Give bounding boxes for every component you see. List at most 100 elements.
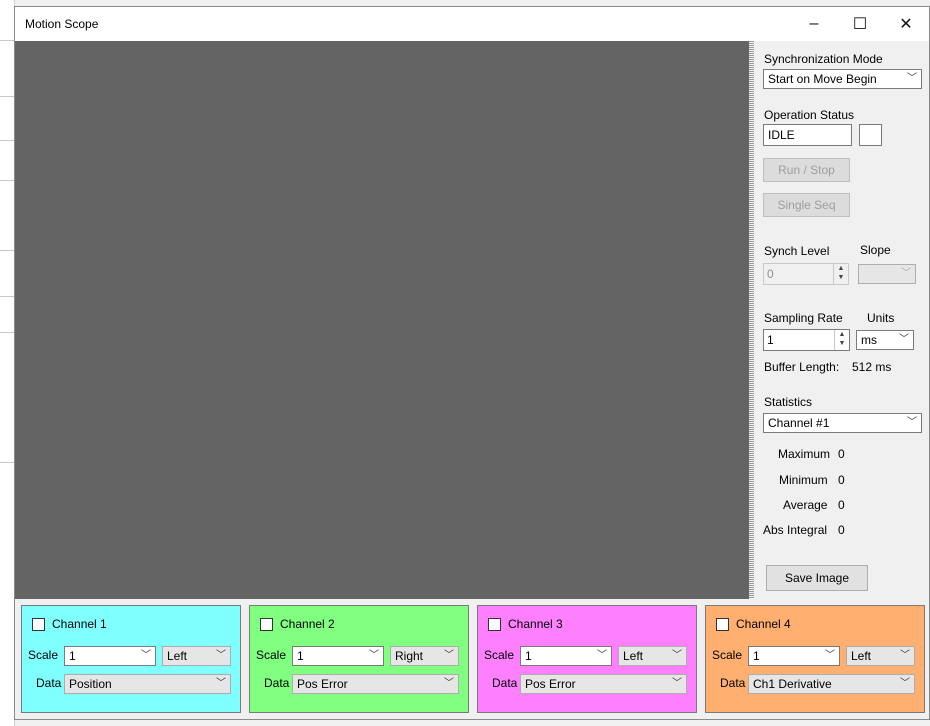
chevron-down-icon: ﹀ <box>141 650 151 661</box>
chevron-down-icon: ﹀ <box>369 650 379 661</box>
channel-2-axis-value: Right <box>395 649 424 663</box>
maximize-button[interactable]: ☐ <box>837 7 883 41</box>
chevron-down-icon: ﹀ <box>597 650 607 661</box>
channel-4-panel: Channel 4 Scale 1 ﹀ Left ﹀ Data Ch1 Deri… <box>705 605 925 713</box>
channel-3-panel: Channel 3 Scale 1 ﹀ Left ﹀ Data Pos Erro… <box>477 605 697 713</box>
channel-4-axis-value: Left <box>851 649 872 663</box>
channel-3-data-value: Pos Error <box>525 677 576 691</box>
chevron-down-icon: ﹀ <box>444 650 454 661</box>
statistics-channel-select[interactable]: Channel #1 ﹀ <box>763 413 922 433</box>
channel-4-axis-select[interactable]: Left ﹀ <box>846 646 915 666</box>
channel-2-data-select[interactable]: Pos Error ﹀ <box>292 674 459 694</box>
minimum-label: Minimum <box>779 473 828 487</box>
status-indicator <box>859 124 882 146</box>
channel-3-data-select[interactable]: Pos Error ﹀ <box>520 674 687 694</box>
abs-integral-value: 0 <box>838 523 845 537</box>
chevron-down-icon: ﹀ <box>907 417 917 428</box>
average-label: Average <box>783 498 828 512</box>
control-sidebar: Synchronization Mode Start on Move Begin… <box>754 41 929 599</box>
background-window <box>0 0 15 726</box>
units-label: Units <box>867 311 895 325</box>
spin-arrows-icon[interactable]: ▲ ▼ <box>834 330 849 350</box>
sync-mode-select[interactable]: Start on Move Begin ﹀ <box>763 69 922 89</box>
synch-level-spinner[interactable]: 0 ▲ ▼ <box>763 263 849 285</box>
sync-mode-label: Synchronization Mode <box>764 52 883 66</box>
data-label: Data <box>36 676 62 690</box>
channel-3-scale-select[interactable]: 1 ﹀ <box>520 646 612 666</box>
chevron-down-icon: ﹀ <box>672 650 682 661</box>
channel-3-axis-value: Left <box>623 649 644 663</box>
maximum-label: Maximum <box>778 447 831 461</box>
channel-3-scale-value: 1 <box>525 649 532 663</box>
synch-level-label: Synch Level <box>764 244 830 258</box>
chevron-down-icon: ﹀ <box>444 678 454 689</box>
maximum-value: 0 <box>838 447 845 461</box>
channel-3-axis-select[interactable]: Left ﹀ <box>618 646 687 666</box>
run-stop-button[interactable]: Run / Stop <box>763 158 850 182</box>
channel-3-checkbox[interactable] <box>488 618 501 631</box>
channel-4-scale-value: 1 <box>753 649 760 663</box>
scale-label: Scale <box>712 648 743 662</box>
statistics-channel-value: Channel #1 <box>768 416 830 430</box>
save-image-button[interactable]: Save Image <box>766 565 868 591</box>
spin-arrows-icon[interactable]: ▲ ▼ <box>833 264 848 284</box>
channel-2-label: Channel 2 <box>280 617 335 631</box>
channel-2-panel: Channel 2 Scale 1 ﹀ Right ﹀ Data Pos Err… <box>249 605 469 713</box>
channel-3-label: Channel 3 <box>508 617 563 631</box>
sampling-rate-value: 1 <box>767 333 774 347</box>
slope-select[interactable]: ﹀ <box>858 264 916 284</box>
channel-1-checkbox[interactable] <box>32 618 45 631</box>
scale-label: Scale <box>484 648 515 662</box>
channel-4-checkbox[interactable] <box>716 618 729 631</box>
title-bar: Motion Scope – ☐ ✕ <box>15 7 929 41</box>
scope-plot-area[interactable] <box>15 41 749 599</box>
chevron-down-icon: ﹀ <box>900 678 910 689</box>
close-button[interactable]: ✕ <box>883 7 929 41</box>
channel-1-scale-value: 1 <box>69 649 76 663</box>
sampling-rate-spinner[interactable]: 1 ▲ ▼ <box>763 329 850 351</box>
operation-status-field: IDLE <box>763 124 852 146</box>
chevron-down-icon: ﹀ <box>825 650 835 661</box>
channel-2-data-value: Pos Error <box>297 677 348 691</box>
synch-level-value: 0 <box>767 267 774 281</box>
data-label: Data <box>264 676 290 690</box>
motion-scope-window: Motion Scope – ☐ ✕ Synchronization Mode … <box>14 6 930 720</box>
channel-4-data-select[interactable]: Ch1 Derivative ﹀ <box>748 674 915 694</box>
channel-2-scale-select[interactable]: 1 ﹀ <box>292 646 384 666</box>
window-title: Motion Scope <box>25 17 99 31</box>
chevron-down-icon: ﹀ <box>672 678 682 689</box>
data-label: Data <box>492 676 518 690</box>
channel-1-data-select[interactable]: Position ﹀ <box>64 674 231 694</box>
channel-1-axis-select[interactable]: Left ﹀ <box>162 646 231 666</box>
single-seq-button[interactable]: Single Seq <box>763 193 850 217</box>
channel-1-axis-value: Left <box>167 649 188 663</box>
units-select[interactable]: ms ﹀ <box>856 330 914 350</box>
data-label: Data <box>720 676 746 690</box>
chevron-down-icon: ﹀ <box>900 650 910 661</box>
statistics-label: Statistics <box>764 395 813 409</box>
channel-4-label: Channel 4 <box>736 617 791 631</box>
channel-2-scale-value: 1 <box>297 649 304 663</box>
channel-2-checkbox[interactable] <box>260 618 273 631</box>
chevron-down-icon: ﹀ <box>899 334 909 345</box>
channel-1-panel: Channel 1 Scale 1 ﹀ Left ﹀ Data Position… <box>21 605 241 713</box>
minimize-button[interactable]: – <box>791 7 837 41</box>
sync-mode-value: Start on Move Begin <box>768 72 877 86</box>
buffer-length-value: 512 ms <box>852 360 892 374</box>
channel-1-scale-select[interactable]: 1 ﹀ <box>64 646 156 666</box>
buffer-length-label: Buffer Length: <box>764 360 840 374</box>
channel-2-axis-select[interactable]: Right ﹀ <box>390 646 459 666</box>
average-value: 0 <box>838 498 845 512</box>
chevron-down-icon: ﹀ <box>216 650 226 661</box>
abs-integral-label: Abs Integral <box>763 523 828 537</box>
scale-label: Scale <box>256 648 287 662</box>
channel-4-scale-select[interactable]: 1 ﹀ <box>748 646 840 666</box>
slope-label: Slope <box>860 243 891 257</box>
operation-status-label: Operation Status <box>764 108 855 122</box>
chevron-down-icon: ﹀ <box>907 73 917 84</box>
scale-label: Scale <box>28 648 59 662</box>
channel-1-label: Channel 1 <box>52 617 107 631</box>
sampling-rate-label: Sampling Rate <box>764 311 843 325</box>
chevron-down-icon: ﹀ <box>216 678 226 689</box>
channel-4-data-value: Ch1 Derivative <box>753 677 832 691</box>
